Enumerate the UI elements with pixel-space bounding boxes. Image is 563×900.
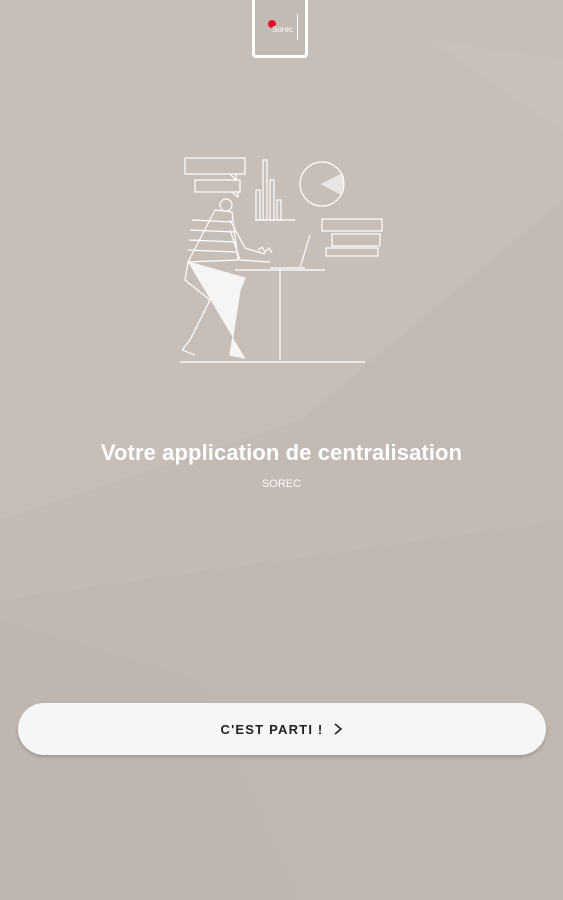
start-button[interactable]: C'EST PARTI ! [18, 703, 546, 755]
welcome-title: Votre application de centralisation [100, 440, 463, 465]
sorec-logo: Sorec [252, 0, 308, 58]
illustration-person-at-desk [180, 157, 383, 363]
welcome-subtitle: SOREC [261, 478, 302, 490]
chevron-right-icon [334, 723, 343, 735]
logo-bar [297, 14, 298, 40]
logo-text: Sorec [272, 25, 293, 34]
start-button-label: C'EST PARTI ! [220, 721, 324, 737]
